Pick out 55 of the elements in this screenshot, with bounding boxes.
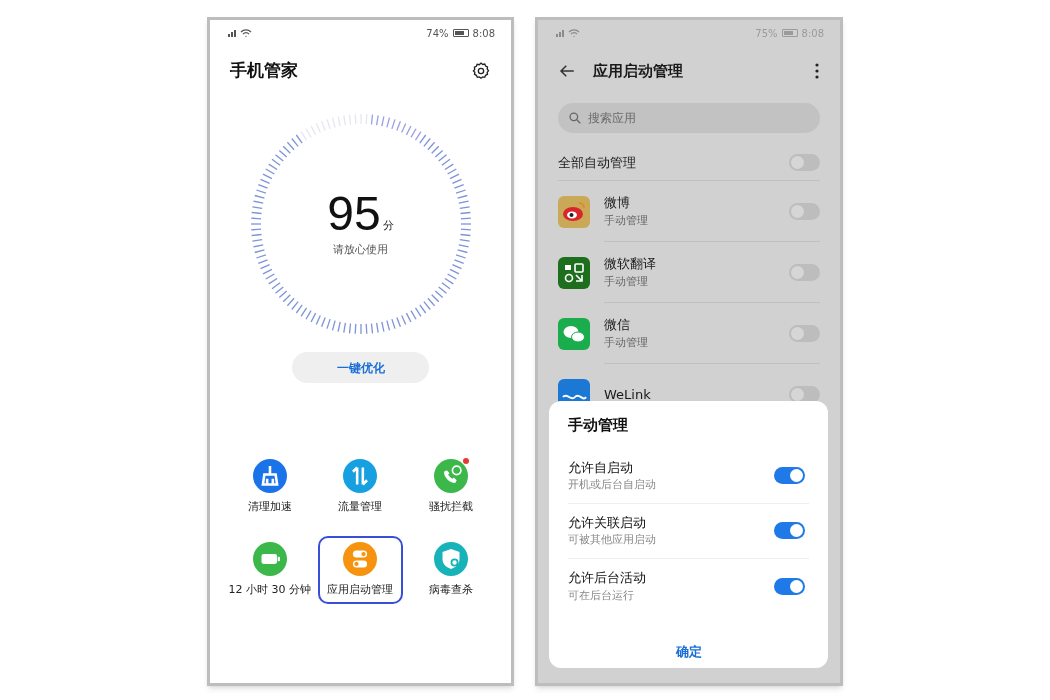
back-arrow-icon[interactable] <box>558 62 576 80</box>
option-description: 可在后台运行 <box>568 587 635 604</box>
dialog-title: 手动管理 <box>568 415 629 436</box>
more-icon[interactable] <box>814 62 820 80</box>
optimize-button[interactable]: 一键优化 <box>292 352 429 383</box>
shield-icon <box>434 541 469 576</box>
tool-item[interactable]: 流量管理 <box>318 453 403 522</box>
app-name: 微博 <box>604 194 631 212</box>
toggle-switch[interactable] <box>789 154 820 171</box>
toggles-icon <box>343 541 378 576</box>
app-mode: 手动管理 <box>604 334 648 351</box>
signal-icon <box>226 28 254 38</box>
score-value: 95 <box>327 189 381 238</box>
screen-title: 应用启动管理 <box>593 60 684 82</box>
toggle-switch[interactable] <box>789 202 820 220</box>
battery-icon <box>452 29 469 37</box>
app-mode: 手动管理 <box>604 212 648 229</box>
arrows-icon <box>343 459 378 493</box>
settings-icon[interactable] <box>471 61 491 81</box>
toggle-switch[interactable] <box>789 324 820 342</box>
phone-icon <box>434 459 469 493</box>
app-icon <box>558 256 590 289</box>
screen-title: 手机管家 <box>230 59 298 83</box>
toggle-switch[interactable] <box>789 263 820 281</box>
tool-item[interactable]: 病毒查杀 <box>408 535 494 604</box>
score-caption: 请放心使用 <box>333 241 388 258</box>
option-description: 开机或后台自启动 <box>568 477 656 493</box>
search-field[interactable]: 搜索应用 <box>558 103 820 133</box>
tool-item[interactable]: 应用启动管理 <box>318 535 403 604</box>
option-description: 可被其他应用启动 <box>568 532 656 548</box>
option-label: 允许关联启动 <box>568 513 647 532</box>
battery-icon <box>781 29 798 37</box>
search-icon <box>568 111 582 125</box>
option-label: 允许后台活动 <box>568 569 646 587</box>
app-name: 微软翻译 <box>604 255 656 273</box>
app-name: WeLink <box>604 385 651 404</box>
battery-icon <box>252 541 287 576</box>
app-icon <box>558 195 590 228</box>
option-label: 允许自启动 <box>568 458 634 477</box>
tool-item[interactable]: 12 小时 30 分钟 <box>227 535 313 604</box>
broom-icon <box>252 459 287 493</box>
setting-label: 全部自动管理 <box>558 153 636 172</box>
signal-icon <box>554 28 582 38</box>
confirm-button[interactable]: 确定 <box>665 639 712 663</box>
app-icon <box>558 317 590 350</box>
toggle-switch[interactable] <box>774 467 805 484</box>
clock: 8:08 <box>472 26 495 41</box>
toggle-switch[interactable] <box>774 522 805 539</box>
toggle-switch[interactable] <box>774 577 805 595</box>
tool-item[interactable]: 骚扰拦截 <box>408 453 494 522</box>
tool-item[interactable]: 清理加速 <box>227 453 313 522</box>
battery-percent: 74% <box>426 26 449 41</box>
app-name: 微信 <box>604 316 631 334</box>
score-unit: 分 <box>382 218 394 235</box>
app-mode: 手动管理 <box>604 273 649 290</box>
